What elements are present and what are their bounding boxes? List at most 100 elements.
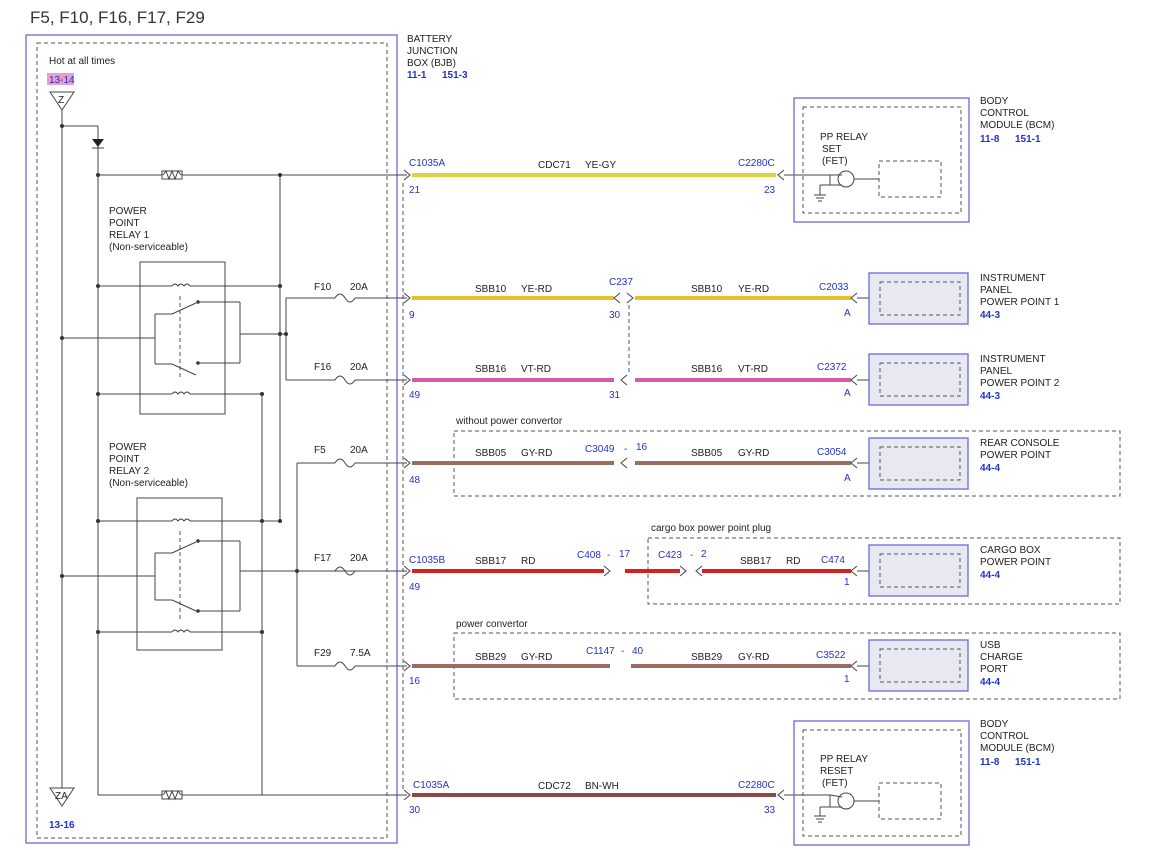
- circuit-sbb10[interactable]: 9 SBB10 YE-RD C237 30 SBB10 YE-RD C2033 …: [403, 277, 870, 321]
- circuit-sbb05[interactable]: 48 SBB05 GY-RD C3049 - 16 SBB05 GY-RD C3…: [403, 442, 870, 486]
- svg-text:16: 16: [636, 442, 648, 453]
- svg-text:31: 31: [609, 390, 621, 401]
- svg-text:30: 30: [609, 310, 621, 321]
- wiring-diagram: F5, F10, F16, F17, F29 BATTERY JUNCTION …: [25, 8, 1121, 846]
- svg-text:44-3: 44-3: [980, 310, 1000, 321]
- circuit-cdc72[interactable]: C1035A 30 CDC72 BN-WH C2280C 33: [403, 780, 830, 816]
- ground-ref[interactable]: 13-16: [49, 820, 75, 831]
- svg-text:11-1: 11-1: [407, 70, 427, 81]
- svg-text:C2280C: C2280C: [738, 158, 775, 169]
- device-usb-charge-port[interactable]: USB CHARGE PORT 44-4: [868, 639, 1023, 692]
- circuit-sbb29[interactable]: 16 SBB29 GY-RD C1147 - 40 SBB29 GY-RD C3…: [403, 646, 870, 687]
- svg-text:USB: USB: [980, 640, 1001, 651]
- svg-text:RELAY 1: RELAY 1: [109, 230, 150, 241]
- svg-text:SET: SET: [822, 144, 841, 155]
- svg-text:cargo box power point plug: cargo box power point plug: [651, 523, 771, 534]
- svg-text:RD: RD: [786, 556, 800, 567]
- svg-text:Z: Z: [58, 95, 64, 106]
- svg-text:PP RELAY: PP RELAY: [820, 132, 868, 143]
- svg-text:A: A: [844, 473, 851, 484]
- svg-text:POINT: POINT: [109, 454, 140, 465]
- svg-text:SBB16: SBB16: [691, 364, 723, 375]
- hot-ref[interactable]: 13-14: [49, 75, 75, 86]
- svg-text:(Non-serviceable): (Non-serviceable): [109, 242, 188, 253]
- svg-text:POWER: POWER: [109, 442, 147, 453]
- svg-text:PANEL: PANEL: [980, 366, 1012, 377]
- svg-text:ZA: ZA: [55, 791, 68, 802]
- svg-text:C2372: C2372: [817, 362, 847, 373]
- device-rear-console-power-point[interactable]: REAR CONSOLE POWER POINT 44-4: [868, 437, 1060, 490]
- svg-text:INSTRUMENT: INSTRUMENT: [980, 354, 1046, 365]
- svg-text:BATTERY: BATTERY: [407, 34, 453, 45]
- svg-text:C474: C474: [821, 555, 845, 566]
- device-cargo-box-power-point[interactable]: CARGO BOX POWER POINT 44-4: [868, 544, 1051, 597]
- svg-text:30: 30: [409, 805, 421, 816]
- svg-text:C2280C: C2280C: [738, 780, 775, 791]
- svg-text:INSTRUMENT: INSTRUMENT: [980, 273, 1046, 284]
- svg-text:-: -: [690, 550, 693, 561]
- svg-text:CONTROL: CONTROL: [980, 108, 1029, 119]
- svg-text:F10: F10: [314, 282, 332, 293]
- svg-text:GY-RD: GY-RD: [521, 448, 552, 459]
- device-ip-power-point-1[interactable]: INSTRUMENT PANEL POWER POINT 1 44-3: [868, 272, 1060, 325]
- svg-text:21: 21: [409, 185, 421, 196]
- svg-text:11-8: 11-8: [980, 757, 1000, 768]
- svg-text:C423: C423: [658, 550, 682, 561]
- svg-text:16: 16: [409, 676, 421, 687]
- svg-text:33: 33: [764, 805, 776, 816]
- svg-text:POWER POINT: POWER POINT: [980, 557, 1051, 568]
- svg-text:C3054: C3054: [817, 447, 847, 458]
- svg-text:POWER POINT: POWER POINT: [980, 450, 1051, 461]
- circuit-sbb17[interactable]: C1035B 49 SBB17 RD C408 - 17 C423 - 2 SB…: [355, 549, 870, 593]
- svg-text:MODULE (BCM): MODULE (BCM): [980, 743, 1054, 754]
- svg-text:CDC72: CDC72: [538, 781, 571, 792]
- svg-text:44-4: 44-4: [980, 677, 1000, 688]
- svg-text:CONTROL: CONTROL: [980, 731, 1029, 742]
- svg-text:23: 23: [764, 185, 776, 196]
- circuit-cdc71[interactable]: C1035A 21 CDC71 YE-GY C2280C 23: [403, 158, 830, 196]
- circuit-sbb16[interactable]: 49 SBB16 VT-RD 31 SBB16 VT-RD C2372 A: [403, 362, 870, 401]
- svg-text:151-1: 151-1: [1015, 134, 1041, 145]
- svg-text:-: -: [621, 646, 624, 657]
- svg-text:A: A: [844, 388, 851, 399]
- hot-label: Hot at all times: [49, 56, 115, 67]
- svg-text:POINT: POINT: [109, 218, 140, 229]
- svg-text:17: 17: [619, 549, 631, 560]
- svg-text:SBB29: SBB29: [475, 652, 507, 663]
- svg-text:YE-RD: YE-RD: [521, 284, 552, 295]
- svg-text:GY-RD: GY-RD: [521, 652, 552, 663]
- svg-text:20A: 20A: [350, 282, 368, 293]
- svg-text:9: 9: [409, 310, 415, 321]
- svg-text:(FET): (FET): [822, 156, 848, 167]
- svg-text:BOX (BJB): BOX (BJB): [407, 58, 456, 69]
- svg-text:(Non-serviceable): (Non-serviceable): [109, 478, 188, 489]
- svg-text:SBB29: SBB29: [691, 652, 723, 663]
- svg-text:-: -: [607, 550, 610, 561]
- svg-text:49: 49: [409, 582, 421, 593]
- svg-text:48: 48: [409, 475, 421, 486]
- svg-text:SBB10: SBB10: [475, 284, 507, 295]
- fuse-f29: F29 7.5A: [314, 648, 407, 671]
- device-ip-power-point-2[interactable]: INSTRUMENT PANEL POWER POINT 2 44-3: [868, 353, 1060, 406]
- svg-text:PANEL: PANEL: [980, 285, 1012, 296]
- fuse-f10: F10 20A: [314, 282, 407, 303]
- svg-text:YE-GY: YE-GY: [585, 160, 616, 171]
- relay-2-label: POWER POINT RELAY 2 (Non-serviceable): [109, 442, 188, 489]
- svg-text:MODULE (BCM): MODULE (BCM): [980, 120, 1054, 131]
- svg-text:49: 49: [409, 390, 421, 401]
- svg-text:F17: F17: [314, 553, 332, 564]
- svg-text:11-8: 11-8: [980, 134, 1000, 145]
- svg-text:CARGO BOX: CARGO BOX: [980, 545, 1041, 556]
- svg-text:BODY: BODY: [980, 96, 1009, 107]
- bcm-top-module[interactable]: PP RELAY SET (FET): [793, 97, 970, 223]
- svg-text:GY-RD: GY-RD: [738, 448, 769, 459]
- svg-text:C1147: C1147: [586, 646, 615, 657]
- svg-text:40: 40: [632, 646, 644, 657]
- svg-text:7.5A: 7.5A: [350, 648, 371, 659]
- svg-text:POWER POINT 1: POWER POINT 1: [980, 297, 1060, 308]
- bcm-bottom-module[interactable]: PP RELAY RESET (FET): [793, 720, 970, 846]
- svg-text:44-3: 44-3: [980, 391, 1000, 402]
- svg-text:CDC71: CDC71: [538, 160, 571, 171]
- svg-text:VT-RD: VT-RD: [738, 364, 768, 375]
- svg-text:C2033: C2033: [819, 282, 849, 293]
